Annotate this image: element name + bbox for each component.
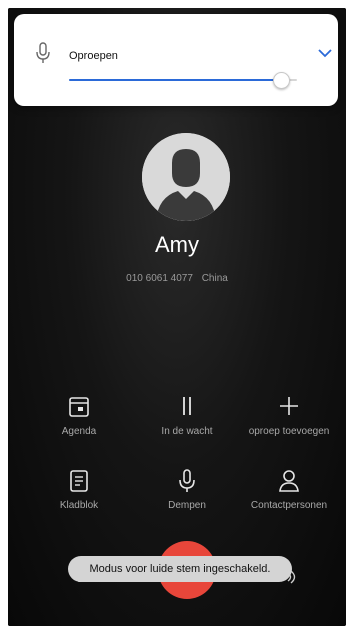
contacts-icon (279, 470, 299, 492)
calendar-icon (69, 397, 89, 417)
hold-label: In de wacht (161, 426, 213, 437)
add-call-button[interactable]: oproep toevoegen (234, 394, 344, 437)
agenda-button[interactable]: Agenda (24, 394, 134, 437)
notepad-label: Kladblok (59, 500, 99, 511)
caller-info: 010 6061 4077 China (8, 273, 346, 284)
person-silhouette-icon (142, 133, 230, 221)
microphone-icon (36, 42, 50, 63)
caller-location: China (201, 273, 228, 284)
microphone-icon (179, 469, 195, 492)
pause-icon (183, 397, 191, 415)
volume-slider-fill (69, 79, 282, 81)
contacts-label: Contactpersonen (250, 500, 328, 511)
caller-name: Amy (155, 232, 199, 257)
contacts-button[interactable]: Contactpersonen (234, 468, 344, 511)
in-call-screen: Oproepen Amy 010 6061 4077 China Agenda (8, 8, 346, 626)
notepad-button[interactable]: Kladblok (24, 468, 134, 511)
hold-button[interactable]: In de wacht (132, 394, 242, 437)
plus-icon (280, 397, 298, 415)
volume-slider-thumb[interactable] (273, 72, 291, 89)
caller-avatar (142, 133, 230, 221)
volume-slider-track[interactable] (69, 79, 297, 81)
add-call-label: oproep toevoegen (248, 426, 330, 437)
chevron-down-icon[interactable] (317, 47, 333, 59)
volume-panel: Oproepen (14, 14, 338, 106)
mute-button[interactable]: Dempen (132, 468, 242, 511)
agenda-label: Agenda (61, 426, 97, 437)
notepad-icon (70, 470, 88, 492)
volume-stream-label: Oproepen (69, 50, 118, 62)
toast-message: Modus voor luide stem ingeschakeld. (68, 556, 292, 582)
mute-label: Dempen (168, 500, 206, 511)
caller-number: 010 6061 4077 (126, 273, 193, 284)
